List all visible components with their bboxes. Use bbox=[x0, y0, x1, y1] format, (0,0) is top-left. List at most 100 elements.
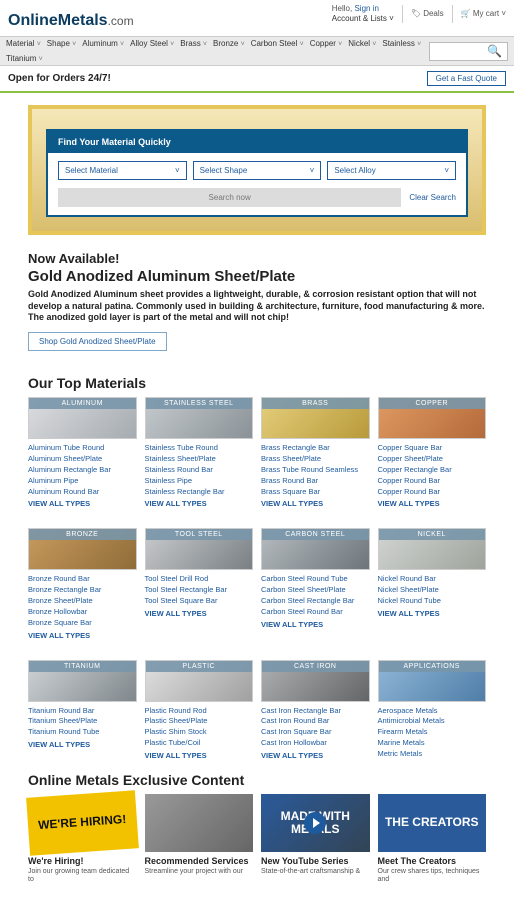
nav-item-alloy-steel[interactable]: Alloy Steel ˅ bbox=[130, 39, 174, 48]
material-link[interactable]: Copper Sheet/Plate bbox=[378, 454, 487, 465]
material-link[interactable]: Copper Round Bar bbox=[378, 476, 487, 487]
material-link[interactable]: Stainless Pipe bbox=[145, 476, 254, 487]
material-link[interactable]: Bronze Sheet/Plate bbox=[28, 596, 137, 607]
material-link[interactable]: Stainless Sheet/Plate bbox=[145, 454, 254, 465]
promo-shop-button[interactable]: Shop Gold Anodized Sheet/Plate bbox=[28, 332, 167, 351]
view-all-link[interactable]: VIEW ALL TYPES bbox=[378, 499, 487, 510]
select-alloy[interactable]: Select Alloy˅ bbox=[327, 161, 456, 180]
material-link[interactable]: Stainless Round Bar bbox=[145, 465, 254, 476]
material-link[interactable]: Nickel Round Bar bbox=[378, 574, 487, 585]
material-link[interactable]: Cast Iron Rectangle Bar bbox=[261, 706, 370, 717]
material-link[interactable]: Carbon Steel Round Bar bbox=[261, 607, 370, 618]
exclusive-card[interactable]: MADE WITH METALSNew YouTube SeriesState-… bbox=[261, 794, 370, 885]
material-link[interactable]: Carbon Steel Rectangle Bar bbox=[261, 596, 370, 607]
material-link[interactable]: Nickel Sheet/Plate bbox=[378, 585, 487, 596]
material-thumb[interactable]: COPPER bbox=[378, 397, 487, 439]
account-menu[interactable]: Hello, Sign in Account & Lists ˅ bbox=[332, 4, 394, 23]
view-all-link[interactable]: VIEW ALL TYPES bbox=[28, 631, 137, 642]
material-link[interactable]: Firearm Metals bbox=[378, 727, 487, 738]
material-link[interactable]: Tool Steel Rectangle Bar bbox=[145, 585, 254, 596]
nav-item-nickel[interactable]: Nickel ˅ bbox=[348, 39, 376, 48]
material-link[interactable]: Bronze Square Bar bbox=[28, 618, 137, 629]
view-all-link[interactable]: VIEW ALL TYPES bbox=[378, 609, 487, 620]
view-all-link[interactable]: VIEW ALL TYPES bbox=[145, 499, 254, 510]
nav-item-copper[interactable]: Copper ˅ bbox=[310, 39, 343, 48]
view-all-link[interactable]: VIEW ALL TYPES bbox=[261, 620, 370, 631]
signin-link[interactable]: Sign in bbox=[354, 4, 378, 13]
material-link[interactable]: Aerospace Metals bbox=[378, 706, 487, 717]
exclusive-card[interactable]: WE'RE HIRING!We're Hiring!Join our growi… bbox=[28, 794, 137, 885]
material-link[interactable]: Titanium Sheet/Plate bbox=[28, 716, 137, 727]
material-link[interactable]: Bronze Round Bar bbox=[28, 574, 137, 585]
clear-search-link[interactable]: Clear Search bbox=[409, 193, 456, 202]
material-link[interactable]: Carbon Steel Sheet/Plate bbox=[261, 585, 370, 596]
material-link[interactable]: Nickel Round Tube bbox=[378, 596, 487, 607]
nav-item-aluminum[interactable]: Aluminum ˅ bbox=[82, 39, 124, 48]
material-link[interactable]: Plastic Tube/Coil bbox=[145, 738, 254, 749]
cart-link[interactable]: 🛒 My cart ˅ bbox=[461, 9, 506, 18]
material-thumb[interactable]: PLASTIC bbox=[145, 660, 254, 702]
exclusive-card[interactable]: Recommended ServicesStreamline your proj… bbox=[145, 794, 254, 885]
nav-item-carbon-steel[interactable]: Carbon Steel ˅ bbox=[251, 39, 304, 48]
material-link[interactable]: Tool Steel Square Bar bbox=[145, 596, 254, 607]
material-link[interactable]: Brass Sheet/Plate bbox=[261, 454, 370, 465]
material-link[interactable]: Cast Iron Hollowbar bbox=[261, 738, 370, 749]
material-link[interactable]: Bronze Hollowbar bbox=[28, 607, 137, 618]
material-thumb[interactable]: NICKEL bbox=[378, 528, 487, 570]
material-thumb[interactable]: CARBON STEEL bbox=[261, 528, 370, 570]
material-link[interactable]: Aluminum Tube Round bbox=[28, 443, 137, 454]
material-link[interactable]: Plastic Sheet/Plate bbox=[145, 716, 254, 727]
material-link[interactable]: Brass Rectangle Bar bbox=[261, 443, 370, 454]
play-icon[interactable] bbox=[304, 812, 326, 834]
material-thumb[interactable]: STAINLESS STEEL bbox=[145, 397, 254, 439]
material-link[interactable]: Titanium Round Bar bbox=[28, 706, 137, 717]
material-link[interactable]: Stainless Rectangle Bar bbox=[145, 487, 254, 498]
nav-item-bronze[interactable]: Bronze ˅ bbox=[213, 39, 245, 48]
select-shape[interactable]: Select Shape˅ bbox=[193, 161, 322, 180]
material-link[interactable]: Aluminum Pipe bbox=[28, 476, 137, 487]
search-now-button[interactable]: Search now bbox=[58, 188, 401, 207]
material-link[interactable]: Cast Iron Round Bar bbox=[261, 716, 370, 727]
material-thumb[interactable]: BRASS bbox=[261, 397, 370, 439]
nav-item-material[interactable]: Material ˅ bbox=[6, 39, 41, 48]
deals-link[interactable]: 🏷 Deals bbox=[411, 9, 444, 18]
material-link[interactable]: Carbon Steel Round Tube bbox=[261, 574, 370, 585]
nav-item-titanium[interactable]: Titanium ˅ bbox=[6, 54, 43, 63]
nav-item-shape[interactable]: Shape ˅ bbox=[47, 39, 76, 48]
search-button[interactable]: 🔍 bbox=[482, 44, 507, 58]
material-link[interactable]: Copper Square Bar bbox=[378, 443, 487, 454]
material-link[interactable]: Antimicrobial Metals bbox=[378, 716, 487, 727]
view-all-link[interactable]: VIEW ALL TYPES bbox=[261, 499, 370, 510]
material-thumb[interactable]: CAST IRON bbox=[261, 660, 370, 702]
material-link[interactable]: Aluminum Round Bar bbox=[28, 487, 137, 498]
view-all-link[interactable]: VIEW ALL TYPES bbox=[28, 740, 137, 751]
material-link[interactable]: Plastic Shim Stock bbox=[145, 727, 254, 738]
material-link[interactable]: Brass Tube Round Seamless bbox=[261, 465, 370, 476]
material-link[interactable]: Metric Metals bbox=[378, 749, 487, 760]
select-material[interactable]: Select Material˅ bbox=[58, 161, 187, 180]
exclusive-card[interactable]: THE CREATORSMeet The CreatorsOur crew sh… bbox=[378, 794, 487, 885]
material-link[interactable]: Marine Metals bbox=[378, 738, 487, 749]
material-thumb[interactable]: BRONZE bbox=[28, 528, 137, 570]
material-link[interactable]: Aluminum Rectangle Bar bbox=[28, 465, 137, 476]
search-input[interactable] bbox=[430, 47, 482, 56]
material-link[interactable]: Brass Round Bar bbox=[261, 476, 370, 487]
nav-item-brass[interactable]: Brass ˅ bbox=[180, 39, 207, 48]
fast-quote-button[interactable]: Get a Fast Quote bbox=[427, 71, 506, 86]
material-thumb[interactable]: APPLICATIONS bbox=[378, 660, 487, 702]
material-link[interactable]: Stainless Tube Round bbox=[145, 443, 254, 454]
material-link[interactable]: Titanium Round Tube bbox=[28, 727, 137, 738]
nav-item-stainless[interactable]: Stainless ˅ bbox=[382, 39, 421, 48]
material-link[interactable]: Copper Round Bar bbox=[378, 487, 487, 498]
material-thumb[interactable]: TOOL STEEL bbox=[145, 528, 254, 570]
logo[interactable]: OnlineMetals.com bbox=[8, 4, 134, 30]
material-link[interactable]: Bronze Rectangle Bar bbox=[28, 585, 137, 596]
view-all-link[interactable]: VIEW ALL TYPES bbox=[28, 499, 137, 510]
material-thumb[interactable]: ALUMINUM bbox=[28, 397, 137, 439]
material-link[interactable]: Copper Rectangle Bar bbox=[378, 465, 487, 476]
material-link[interactable]: Aluminum Sheet/Plate bbox=[28, 454, 137, 465]
material-link[interactable]: Tool Steel Drill Rod bbox=[145, 574, 254, 585]
material-thumb[interactable]: TITANIUM bbox=[28, 660, 137, 702]
material-link[interactable]: Brass Square Bar bbox=[261, 487, 370, 498]
view-all-link[interactable]: VIEW ALL TYPES bbox=[145, 609, 254, 620]
